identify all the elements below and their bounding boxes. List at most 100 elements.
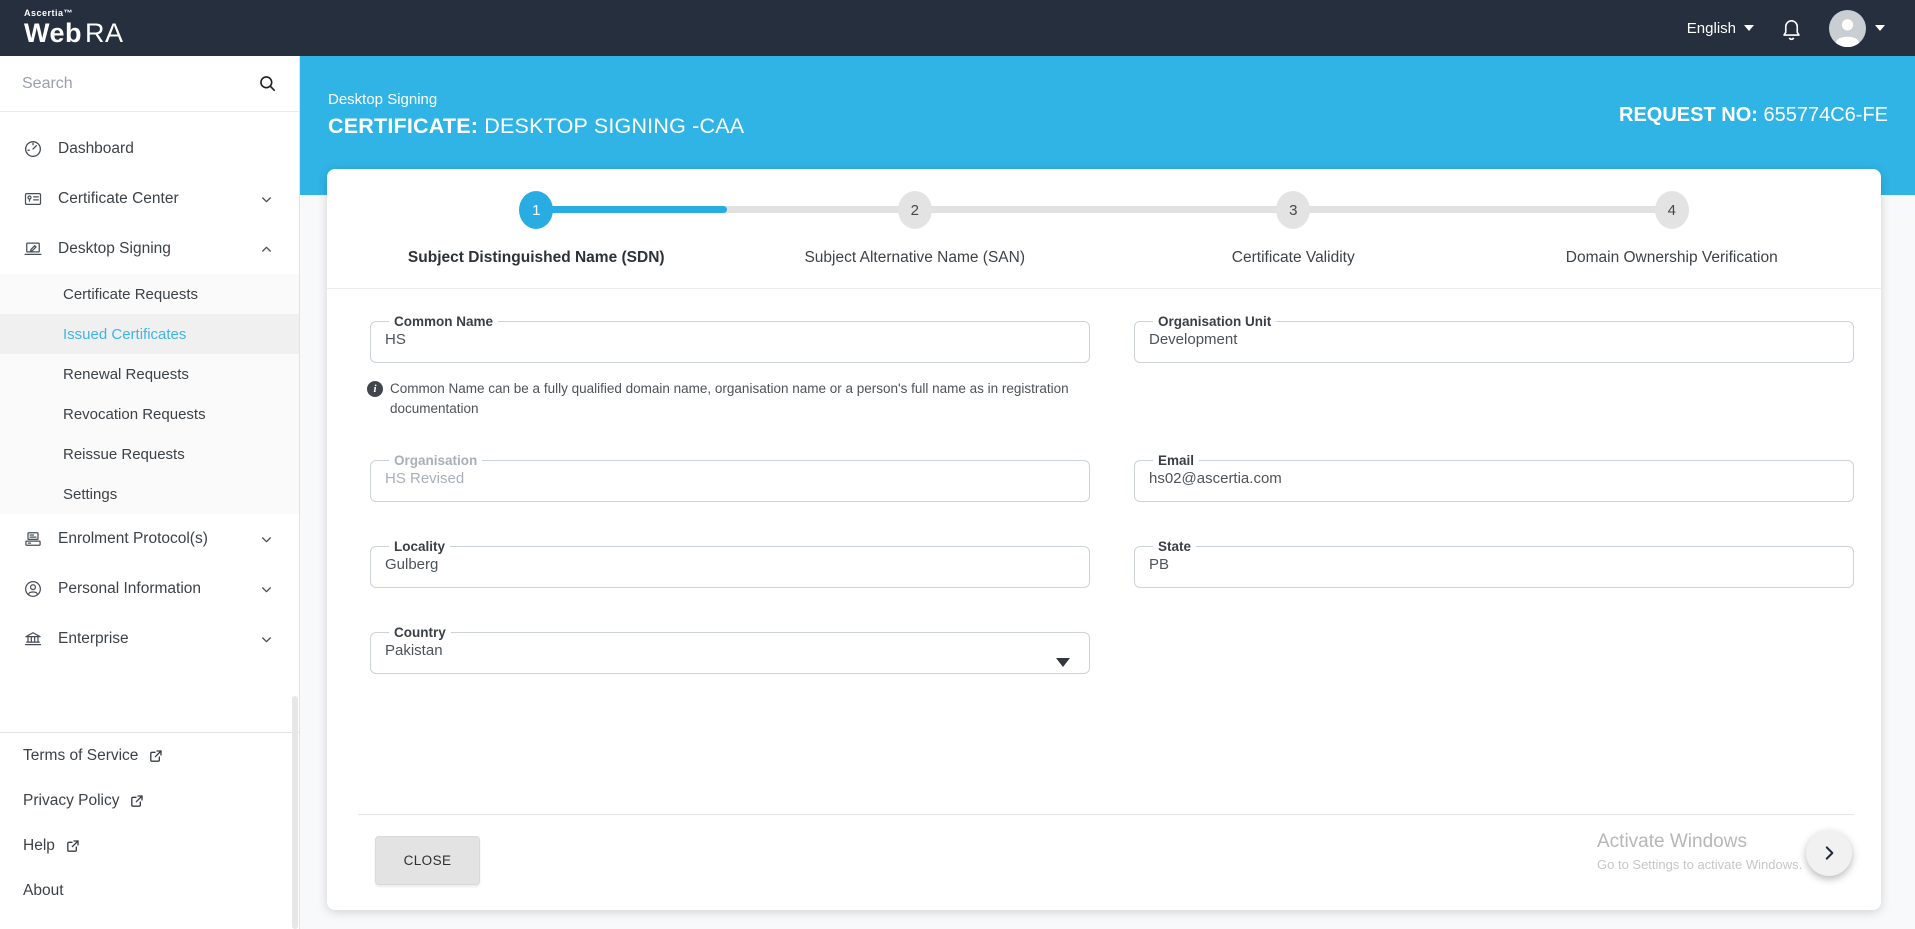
request-number-label: REQUEST NO:	[1619, 104, 1758, 126]
bell-icon	[1783, 19, 1800, 40]
link-label: About	[23, 881, 64, 899]
country-label: Country	[394, 625, 446, 640]
wizard-stepper: 1 Subject Distinguished Name (SDN) 2 Sub…	[327, 169, 1881, 289]
sidebar-item-label: Enterprise	[58, 630, 129, 647]
step-circle: 2	[897, 191, 932, 229]
hint-text: Common Name can be a fully qualified dom…	[390, 381, 1069, 416]
wizard-card: 1 Subject Distinguished Name (SDN) 2 Sub…	[327, 169, 1881, 910]
sidebar-item-renewal-requests[interactable]: Renewal Requests	[0, 354, 299, 394]
language-selector[interactable]: English	[1687, 20, 1754, 37]
link-label: Privacy Policy	[23, 791, 120, 809]
organisation-unit-field: Organisation Unit	[1134, 315, 1854, 363]
step-label: Domain Ownership Verification	[1565, 249, 1778, 266]
country-value[interactable]	[385, 641, 1075, 659]
sidebar-item-label: Reissue Requests	[63, 445, 185, 463]
step-3-certificate-validity[interactable]: 3 Certificate Validity	[1104, 191, 1483, 267]
caret-down-icon	[1875, 25, 1885, 31]
privacy-policy-link[interactable]: Privacy Policy	[0, 778, 299, 823]
country-select[interactable]: Country	[370, 626, 1090, 674]
step-label: Subject Distinguished Name (SDN)	[407, 249, 665, 266]
sidebar-item-desktop-signing[interactable]: Desktop Signing	[0, 224, 299, 274]
common-name-label: Common Name	[394, 314, 494, 329]
sidebar-item-label: Settings	[63, 485, 118, 503]
watermark-line2: Go to Settings to activate Windows.	[1597, 857, 1803, 872]
chevron-up-icon	[260, 243, 273, 256]
state-label: State	[1158, 539, 1192, 554]
step-4-domain-ownership[interactable]: 4 Domain Ownership Verification	[1483, 191, 1862, 267]
user-menu[interactable]	[1829, 9, 1885, 47]
sidebar-item-label: Issued Certificates	[63, 325, 187, 343]
email-input[interactable]	[1149, 469, 1839, 487]
step-2-san[interactable]: 2 Subject Alternative Name (SAN)	[726, 191, 1105, 267]
brand-logo: Ascertia™ Web RA	[0, 9, 124, 47]
dashboard-icon	[23, 139, 43, 159]
email-field: Email	[1134, 454, 1854, 502]
chevron-right-icon	[1825, 846, 1834, 860]
link-label: Help	[23, 836, 55, 854]
email-label: Email	[1158, 453, 1195, 468]
search-input[interactable]	[22, 74, 258, 93]
watermark-line1: Activate Windows	[1597, 831, 1747, 852]
external-link-icon	[129, 793, 145, 809]
locality-field: Locality	[370, 540, 1090, 588]
logo-ra: RA	[85, 18, 124, 48]
next-step-button[interactable]	[1806, 830, 1852, 876]
state-field: State	[1134, 540, 1854, 588]
sidebar-item-settings[interactable]: Settings	[0, 474, 299, 514]
close-button[interactable]: CLOSE	[375, 836, 480, 885]
language-label: English	[1686, 19, 1736, 37]
sidebar-item-issued-certificates[interactable]: Issued Certificates	[0, 314, 299, 354]
sidebar-item-label: Certificate Requests	[63, 285, 199, 303]
sidebar-scrollbar[interactable]	[292, 696, 298, 929]
search-icon[interactable]	[258, 74, 277, 93]
organisation-field: Organisation	[370, 454, 1090, 502]
step-label: Subject Alternative Name (SAN)	[804, 249, 1026, 266]
caret-down-icon	[1744, 25, 1754, 31]
person-icon	[23, 579, 43, 599]
common-name-input[interactable]	[385, 330, 1075, 348]
locality-input[interactable]	[385, 555, 1075, 573]
chevron-down-icon	[260, 583, 273, 596]
sidebar-item-certificate-requests[interactable]: Certificate Requests	[0, 274, 299, 314]
organisation-unit-input[interactable]	[1149, 330, 1839, 348]
sidebar-item-enrolment-protocols[interactable]: Enrolment Protocol(s)	[0, 514, 299, 564]
sidebar-item-reissue-requests[interactable]: Reissue Requests	[0, 434, 299, 474]
notifications-button[interactable]	[1780, 16, 1803, 41]
sidebar-item-certificate-center[interactable]: Certificate Center	[0, 174, 299, 224]
common-name-hint: i Common Name can be a fully qualified d…	[367, 379, 1070, 419]
sidebar-item-personal-information[interactable]: Personal Information	[0, 564, 299, 614]
request-number: REQUEST NO: 655774C6-FE	[1619, 104, 1888, 127]
sidebar-item-enterprise[interactable]: Enterprise	[0, 614, 299, 664]
chevron-down-icon	[260, 633, 273, 646]
logo-web: Web	[24, 18, 83, 48]
select-caret-icon[interactable]	[1056, 657, 1070, 667]
terms-of-service-link[interactable]: Terms of Service	[0, 733, 299, 778]
help-link[interactable]: Help	[0, 823, 299, 868]
page-title-label: CERTIFICATE:	[328, 114, 479, 138]
certificate-center-icon	[23, 189, 43, 209]
state-input[interactable]	[1149, 555, 1839, 573]
organisation-input	[385, 469, 1075, 487]
topbar: Ascertia™ Web RA English	[0, 0, 1915, 56]
request-number-value: 655774C6-FE	[1757, 104, 1888, 126]
sidebar-search	[0, 56, 299, 112]
activate-windows-watermark: Activate Windows Go to Settings to activ…	[1597, 831, 1802, 872]
sdn-form: Common Name Organisation Unit i Common N…	[327, 289, 1881, 674]
step-1-sdn[interactable]: 1 Subject Distinguished Name (SDN)	[347, 191, 726, 267]
step-circle: 3	[1276, 191, 1311, 229]
sidebar-item-dashboard[interactable]: Dashboard	[0, 124, 299, 174]
sidebar-item-label: Dashboard	[58, 140, 134, 157]
brand-name: Ascertia™	[24, 8, 74, 18]
desktop-signing-icon	[23, 239, 43, 259]
locality-label: Locality	[394, 539, 446, 554]
external-link-icon	[65, 838, 81, 854]
about-link[interactable]: About	[0, 868, 299, 913]
link-label: Terms of Service	[23, 746, 139, 764]
common-name-field: Common Name	[370, 315, 1090, 363]
chevron-down-icon	[260, 533, 273, 546]
enrolment-protocols-icon	[23, 529, 43, 549]
sidebar-item-label: Renewal Requests	[63, 365, 189, 383]
info-icon: i	[367, 381, 383, 397]
sidebar-item-revocation-requests[interactable]: Revocation Requests	[0, 394, 299, 434]
sidebar: Dashboard Certificate Center	[0, 56, 300, 929]
